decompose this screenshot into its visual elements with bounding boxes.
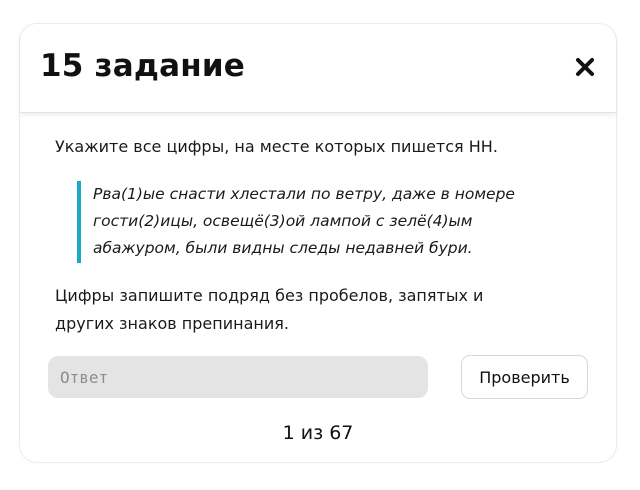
page-title: 15 задание <box>40 48 245 84</box>
task-quote: Рва(1)ые снасти хлестали по ветру, даже … <box>77 181 555 263</box>
task-prompt: Укажите все цифры, на месте которых пише… <box>55 137 498 156</box>
pagination-counter: 1 из 67 <box>282 422 354 444</box>
task-card: 15 задание Укажите все цифры, на месте к… <box>19 23 617 463</box>
check-button[interactable]: Проверить <box>461 355 588 399</box>
task-instruction: Цифры запишите подряд без пробелов, запя… <box>55 286 484 333</box>
close-icon <box>576 58 594 76</box>
card-header: 15 задание <box>20 24 616 113</box>
close-button[interactable] <box>570 52 600 82</box>
quote-text: Рва(1)ые снасти хлестали по ветру, даже … <box>93 185 515 257</box>
answer-input[interactable] <box>48 356 428 398</box>
